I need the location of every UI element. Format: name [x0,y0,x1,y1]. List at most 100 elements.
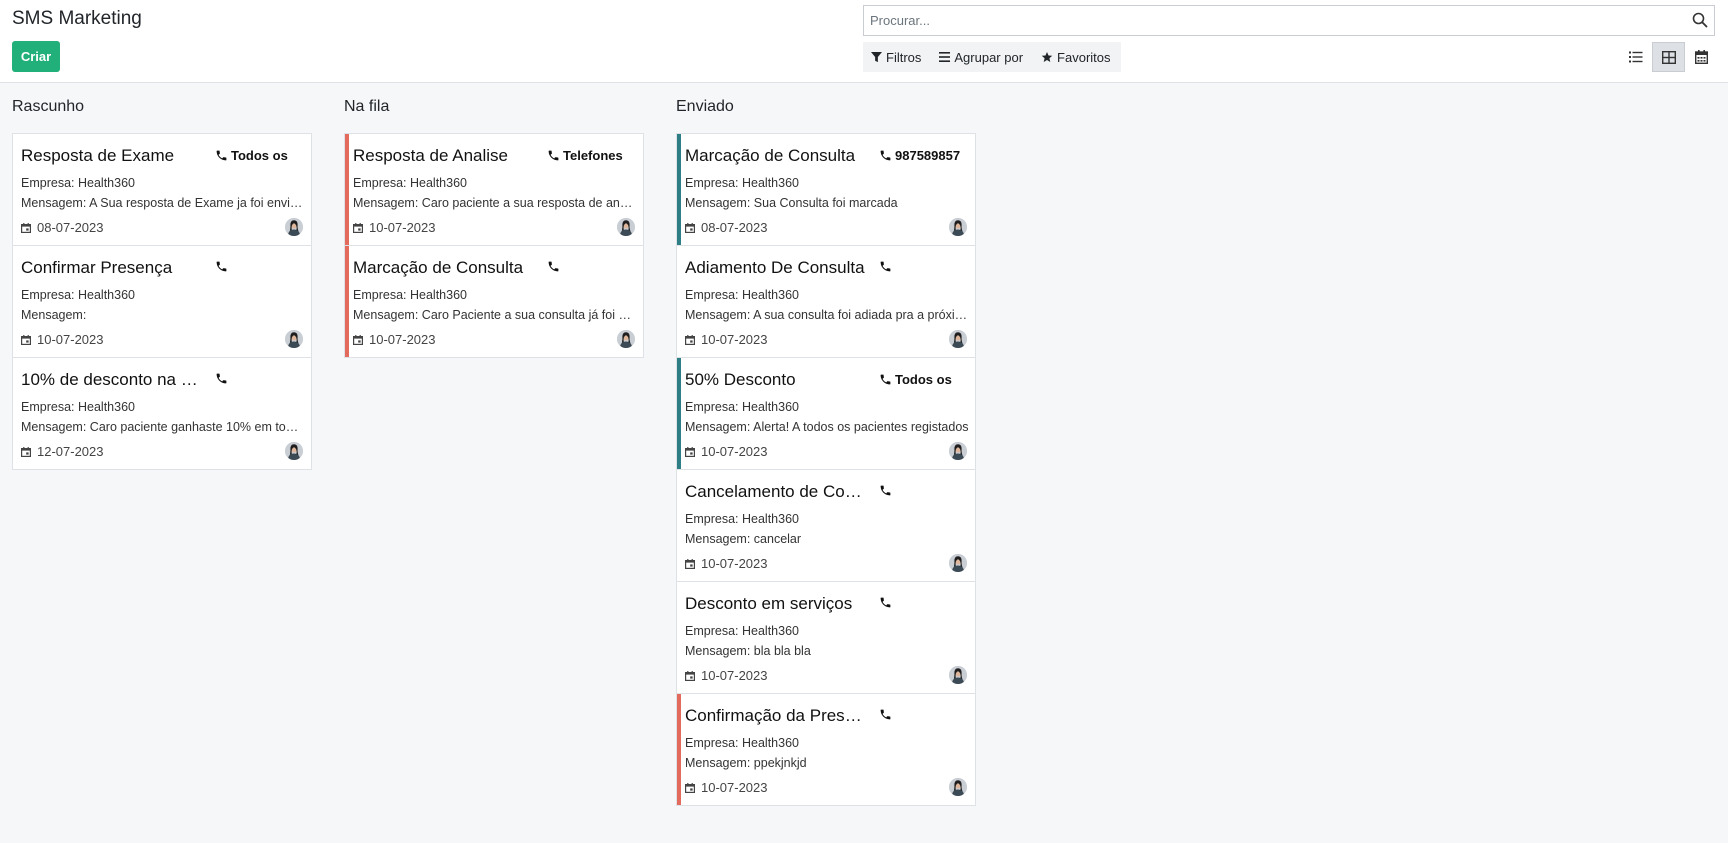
card-message: Mensagem: Alerta! A todos os pacientes r… [685,420,969,434]
avatar[interactable] [285,442,303,460]
card-message: Mensagem: cancelar [685,532,969,546]
card-phone: Todos os [215,148,288,163]
phone-icon [216,150,227,161]
avatar[interactable] [949,554,967,572]
group-by-label: Agrupar por [954,49,1024,65]
favorites-label: Favoritos [1057,49,1111,65]
date-value: 10-07-2023 [369,220,436,235]
kanban-column-rascunho: Resposta de Exame Todos os Empresa: Heal… [12,133,312,470]
kanban-card[interactable]: Marcação de Consulta Empresa: Health360 … [345,246,643,358]
card-title: 50% Desconto [685,370,796,389]
calendar-icon [353,334,363,345]
phone-icon [216,373,227,384]
phone-icon [880,709,891,720]
kanban-card[interactable]: 50% Desconto Todos os Empresa: Health360… [677,358,975,470]
company-value: Health360 [741,512,799,526]
kanban-card[interactable]: Confirmar Presença Empresa: Health360 Me… [13,246,311,358]
company-value: Health360 [741,624,799,638]
message-label: Mensagem: [685,756,751,770]
user-avatar-icon [617,218,635,236]
card-title: Desconto em serviços [685,594,853,613]
company-label: Empresa: [21,176,75,190]
company-label: Empresa: [685,288,739,302]
avatar[interactable] [949,442,967,460]
avatar[interactable] [949,778,967,796]
favorites-button[interactable]: Favoritos [1041,49,1111,65]
phone-icon [880,150,891,161]
calendar-icon [21,446,31,457]
message-value: Caro paciente a sua resposta de analise [421,196,637,210]
avatar[interactable] [285,330,303,348]
create-button[interactable]: Criar [12,41,60,72]
date-value: 10-07-2023 [701,332,768,347]
date-value: 08-07-2023 [701,220,768,235]
phone-icon [880,597,891,608]
star-icon [1041,52,1053,62]
card-date: 10-07-2023 [685,332,768,347]
kanban-card[interactable]: 10% de desconto na primeira consulta Emp… [13,358,311,470]
message-label: Mensagem: [353,196,419,210]
kanban-view-icon [1661,50,1676,64]
company-value: Health360 [77,400,135,414]
list-view-button[interactable] [1619,42,1652,72]
control-panel: SMS Marketing Criar Filtros Agrupar por … [0,0,1728,83]
message-value: Caro Paciente a sua consulta já foi marc… [421,308,637,322]
kanban-card[interactable]: Confirmação da Presença Empresa: Health3… [677,694,975,806]
avatar[interactable] [617,330,635,348]
card-title: Resposta de Exame [21,146,175,165]
card-company: Empresa: Health360 [21,176,305,190]
card-company: Empresa: Health360 [21,288,305,302]
message-value: Sua Consulta foi marcada [753,196,898,210]
card-message: Mensagem: bla bla bla [685,644,969,658]
phone-icon [548,261,559,272]
card-company: Empresa: Health360 [685,512,969,526]
calendar-view-icon [1695,50,1708,64]
kanban-card[interactable]: Desconto em serviços Empresa: Health360 … [677,582,975,694]
calendar-view-button[interactable] [1685,42,1718,72]
group-by-button[interactable]: Agrupar por [939,50,1023,65]
company-label: Empresa: [353,288,407,302]
user-avatar-icon [285,442,303,460]
card-message: Mensagem: A sua consulta foi adiada pra … [685,308,969,322]
card-phone [879,484,895,497]
kanban-card[interactable]: Resposta de Analise Telefones Empresa: H… [345,134,643,246]
card-date: 08-07-2023 [685,220,768,235]
message-label: Mensagem: [21,420,87,434]
card-title: Confirmar Presença [21,258,173,277]
search-icon[interactable] [1692,12,1708,28]
user-avatar-icon [285,330,303,348]
kanban-card[interactable]: Resposta de Exame Todos os Empresa: Heal… [13,134,311,246]
message-label: Mensagem: [685,196,751,210]
card-title: 10% de desconto na primeira consulta [21,370,206,389]
card-phone: Todos os [879,372,952,387]
view-switcher [1619,42,1718,72]
search-box[interactable] [863,5,1715,36]
avatar[interactable] [949,666,967,684]
card-phone [215,260,231,273]
list-lines-icon [939,52,951,62]
kanban-card[interactable]: Cancelamento de Consulta Empresa: Health… [677,470,975,582]
calendar-icon [21,222,31,233]
card-company: Empresa: Health360 [353,176,637,190]
avatar[interactable] [949,330,967,348]
card-message: Mensagem: [21,308,305,322]
date-value: 10-07-2023 [701,780,768,795]
kanban-card[interactable]: Adiamento De Consulta Empresa: Health360… [677,246,975,358]
filters-button[interactable]: Filtros [871,50,921,65]
company-label: Empresa: [353,176,407,190]
card-message: Mensagem: ppekjnkjd [685,756,969,770]
kanban-view-button[interactable] [1652,42,1685,72]
search-input[interactable] [864,6,1674,35]
kanban-card[interactable]: Marcação de Consulta 987589857 Empresa: … [677,134,975,246]
avatar[interactable] [285,218,303,236]
card-phone-label: 987589857 [895,148,961,163]
card-company: Empresa: Health360 [685,176,969,190]
card-phone [879,596,895,609]
user-avatar-icon [949,218,967,236]
card-date: 08-07-2023 [21,220,104,235]
avatar[interactable] [617,218,635,236]
avatar[interactable] [949,218,967,236]
card-date: 10-07-2023 [685,668,768,683]
date-value: 10-07-2023 [701,668,768,683]
phone-icon [880,261,891,272]
